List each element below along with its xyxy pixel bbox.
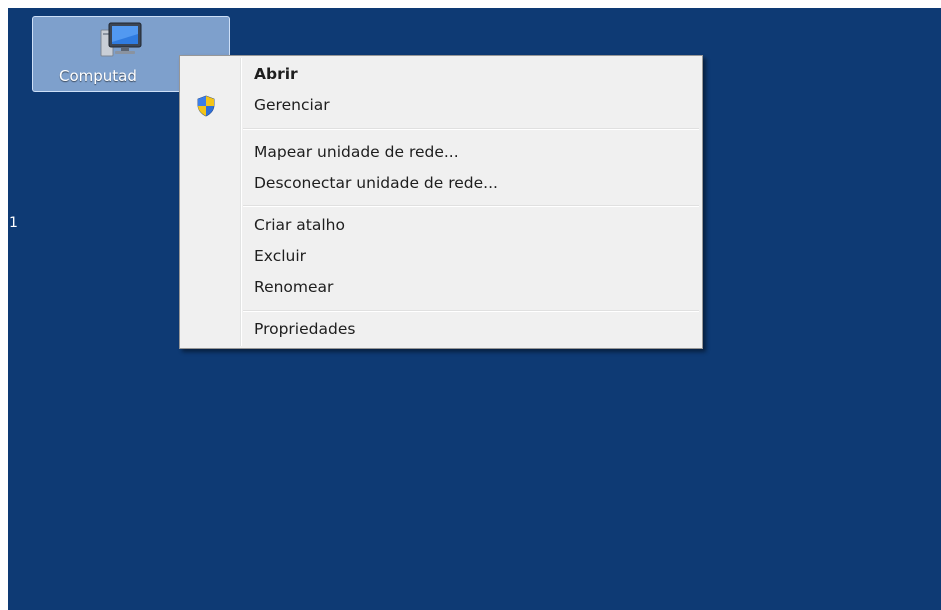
desktop-icon-label: Computad	[59, 67, 137, 85]
menu-item-label: Criar atalho	[254, 216, 345, 234]
menu-item-mapear-unidade[interactable]: Mapear unidade de rede...	[182, 138, 700, 168]
menu-separator	[243, 128, 699, 130]
computer-icon	[100, 22, 142, 57]
menu-item-label: Excluir	[254, 247, 307, 265]
desktop[interactable]: 1 Computad Abrir Gerenciar Mapear unidad…	[8, 8, 941, 610]
menu-item-renomear[interactable]: Renomear	[182, 273, 700, 303]
menu-separator	[243, 205, 699, 207]
menu-item-label: Renomear	[254, 278, 334, 296]
menu-item-excluir[interactable]: Excluir	[182, 242, 700, 272]
menu-item-label: Mapear unidade de rede...	[254, 143, 459, 161]
screenshot-frame: 1 Computad Abrir Gerenciar Mapear unidad…	[0, 0, 941, 610]
menu-item-label: Propriedades	[254, 320, 356, 338]
menu-item-criar-atalho[interactable]: Criar atalho	[182, 211, 700, 241]
menu-item-label: Gerenciar	[254, 96, 330, 114]
menu-separator	[243, 310, 699, 312]
uac-shield-icon	[197, 95, 215, 117]
menu-item-gerenciar[interactable]: Gerenciar	[182, 91, 700, 121]
menu-item-propriedades[interactable]: Propriedades	[182, 315, 700, 345]
menu-item-abrir[interactable]: Abrir	[182, 60, 700, 90]
menu-item-label: Abrir	[254, 65, 298, 83]
context-menu: Abrir Gerenciar Mapear unidade de rede..…	[179, 55, 703, 349]
menu-item-label: Desconectar unidade de rede...	[254, 174, 498, 192]
menu-item-desconectar-unidade[interactable]: Desconectar unidade de rede...	[182, 169, 700, 199]
desktop-edge-text: 1	[9, 215, 18, 231]
